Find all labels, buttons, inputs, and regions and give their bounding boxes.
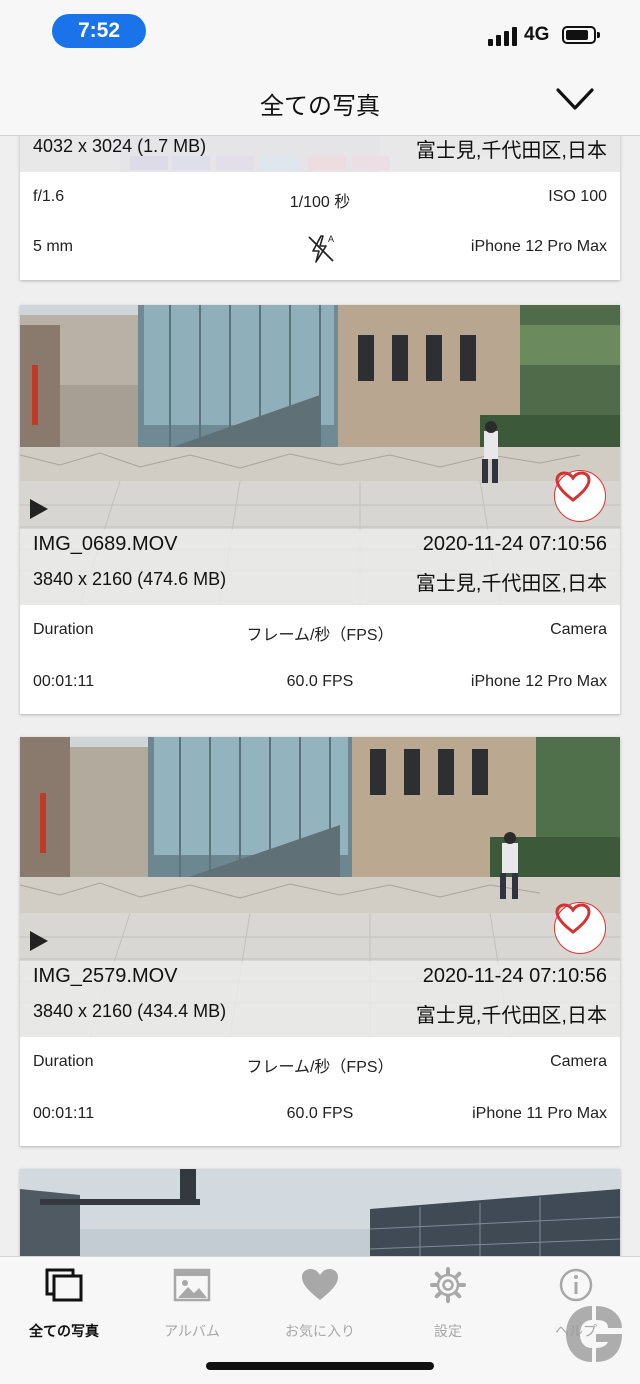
meta-value-row: 00:01:11 60.0 FPS iPhone 11 Pro Max xyxy=(20,1099,620,1129)
signal-icon xyxy=(488,26,518,46)
photo-list[interactable]: 4032 x 3024 (1.7 MB) 富士見,千代田区,日本 f/1.6 1… xyxy=(0,136,640,1256)
video-card[interactable]: IMG_0689.MOV 2020-11-24 07:10:56 3840 x … xyxy=(20,305,620,714)
camera-label: Camera xyxy=(550,1053,607,1070)
tab-label: 設定 xyxy=(434,1323,462,1339)
meta-value-row: 00:01:11 60.0 FPS iPhone 12 Pro Max xyxy=(20,667,620,697)
meta-row: f/1.6 1/100 秒 ISO 100 xyxy=(20,182,620,212)
network-type: 4G xyxy=(524,24,550,45)
watermark-logo xyxy=(566,1306,622,1362)
photos-stack-icon xyxy=(45,1268,83,1302)
video-card[interactable]: IMG_2579.MOV 2020-11-24 07:10:56 3840 x … xyxy=(20,737,620,1146)
meta-header-row: Duration フレーム/秒（FPS） Camera xyxy=(20,1047,620,1077)
file-resolution: 3840 x 2160 (434.4 MB) xyxy=(33,1001,227,1021)
info-overlay: IMG_0689.MOV 2020-11-24 07:10:56 3840 x … xyxy=(20,529,620,605)
favorite-button[interactable] xyxy=(554,902,606,954)
play-icon[interactable] xyxy=(30,931,48,951)
file-name: IMG_2579.MOV xyxy=(33,965,178,987)
photo-card[interactable] xyxy=(20,1169,620,1256)
photo-location: 富士見,千代田区,日本 xyxy=(415,140,607,162)
focal-length-value: 5 mm xyxy=(33,238,73,255)
home-indicator[interactable] xyxy=(206,1362,434,1370)
file-resolution: 3840 x 2160 (474.6 MB) xyxy=(33,569,227,589)
tab-favorites[interactable]: お気に入り xyxy=(256,1267,384,1339)
tab-all-photos[interactable]: 全ての写真 xyxy=(0,1267,128,1339)
file-location: 富士見,千代田区,日本 xyxy=(415,573,607,595)
tab-settings[interactable]: 設定 xyxy=(384,1267,512,1339)
page-title: 全ての写真 xyxy=(260,93,380,120)
iso-value: ISO 100 xyxy=(548,188,607,205)
tab-label: 全ての写真 xyxy=(29,1323,99,1339)
play-icon[interactable] xyxy=(30,499,48,519)
info-overlay: IMG_2579.MOV 2020-11-24 07:10:56 3840 x … xyxy=(20,961,620,1037)
app-root: { "status_bar": { "time": "7:52", "netwo… xyxy=(0,0,640,1384)
fps-label: フレーム/秒（FPS） xyxy=(246,627,394,644)
file-datetime: 2020-11-24 07:10:56 xyxy=(422,533,607,555)
nav-header: 全ての写真 xyxy=(0,66,640,136)
battery-icon xyxy=(562,26,600,44)
flash-auto-off-icon: A xyxy=(308,234,334,263)
photo-thumbnail[interactable]: 4032 x 3024 (1.7 MB) 富士見,千代田区,日本 xyxy=(20,136,620,172)
status-time[interactable]: 7:52 xyxy=(52,14,146,48)
chevron-down-icon[interactable] xyxy=(556,84,594,114)
meta-row: 5 mm A iPhone 12 Pro Max xyxy=(20,232,620,263)
favorite-button[interactable] xyxy=(554,470,606,522)
camera-model: iPhone 12 Pro Max xyxy=(470,238,607,255)
video-thumbnail[interactable]: IMG_2579.MOV 2020-11-24 07:10:56 3840 x … xyxy=(20,737,620,1037)
file-datetime: 2020-11-24 07:10:56 xyxy=(422,965,607,987)
file-name: IMG_0689.MOV xyxy=(33,533,178,555)
heart-icon xyxy=(302,1269,338,1300)
camera-model: iPhone 11 Pro Max xyxy=(472,1105,607,1122)
photo-thumbnail[interactable] xyxy=(20,1169,620,1256)
meta-header-row: Duration フレーム/秒（FPS） Camera xyxy=(20,615,620,645)
shutter-speed-value: 1/100 秒 xyxy=(289,194,351,211)
camera-model: iPhone 12 Pro Max xyxy=(470,673,607,690)
video-thumbnail[interactable]: IMG_0689.MOV 2020-11-24 07:10:56 3840 x … xyxy=(20,305,620,605)
tab-album[interactable]: アルバム xyxy=(128,1267,256,1339)
heart-outline-icon xyxy=(555,471,591,502)
svg-text:A: A xyxy=(328,234,334,244)
photo-resolution: 4032 x 3024 (1.7 MB) xyxy=(33,136,207,156)
tab-label: アルバム xyxy=(164,1323,220,1339)
album-icon xyxy=(173,1268,211,1302)
heart-outline-icon xyxy=(555,903,591,934)
status-bar: 7:52 4G xyxy=(0,0,640,66)
fps-label: フレーム/秒（FPS） xyxy=(246,1059,394,1076)
camera-label: Camera xyxy=(550,621,607,638)
tab-label: お気に入り xyxy=(285,1323,355,1339)
photo-card[interactable]: 4032 x 3024 (1.7 MB) 富士見,千代田区,日本 f/1.6 1… xyxy=(20,136,620,280)
file-location: 富士見,千代田区,日本 xyxy=(415,1005,607,1027)
gear-icon xyxy=(430,1267,466,1303)
